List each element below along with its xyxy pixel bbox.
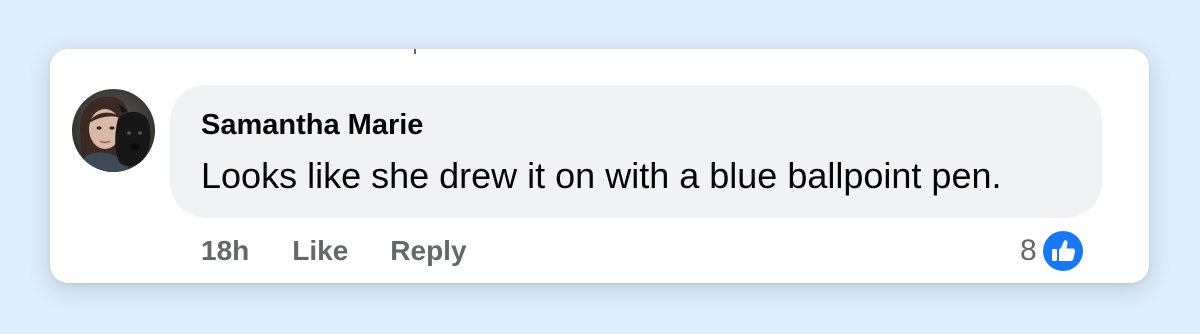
comment-card: Samantha Marie Looks like she drew it on… xyxy=(50,49,1149,283)
reply-button[interactable]: Reply xyxy=(390,235,466,267)
previous-comment-edge xyxy=(414,49,416,54)
reaction-count: 8 xyxy=(1020,234,1037,267)
avatar[interactable] xyxy=(72,89,155,172)
reaction-badge xyxy=(1039,228,1086,274)
reaction-summary[interactable]: 8 xyxy=(1020,228,1086,274)
comment-timestamp[interactable]: 18h xyxy=(201,235,249,267)
avatar-photo xyxy=(72,89,155,172)
thumbs-up-icon xyxy=(1042,231,1083,271)
comment-author[interactable]: Samantha Marie xyxy=(201,109,423,142)
comment-actions: 18h Like Reply xyxy=(201,233,467,269)
like-button[interactable]: Like xyxy=(292,235,348,267)
comment-text: Looks like she drew it on with a blue ba… xyxy=(201,155,1002,196)
comment-bubble: Samantha Marie Looks like she drew it on… xyxy=(170,85,1102,218)
